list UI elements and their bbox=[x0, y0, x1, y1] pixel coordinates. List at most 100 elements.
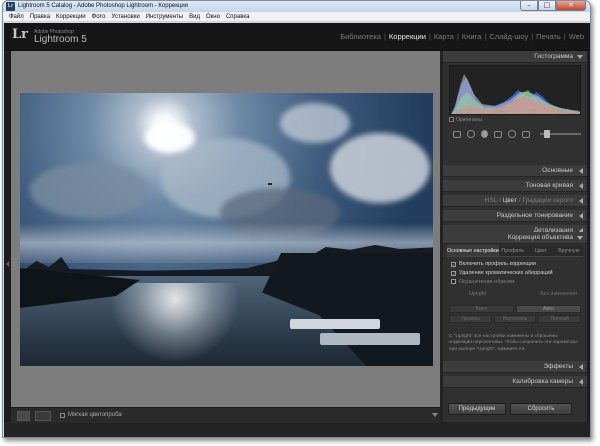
reset-button[interactable]: Сбросить bbox=[510, 403, 572, 415]
expand-left-panel-icon[interactable] bbox=[6, 261, 9, 267]
camera-calibration-header[interactable]: Калибровка камеры bbox=[443, 376, 587, 388]
photo-water-glare bbox=[110, 283, 240, 363]
menu-settings[interactable]: Установки bbox=[108, 12, 142, 21]
tab-manual[interactable]: Вручную bbox=[555, 245, 583, 256]
chromatic-aberration-label: Удаление хроматических аберраций bbox=[459, 270, 553, 276]
adjustment-brush-icon[interactable] bbox=[521, 130, 530, 138]
module-book[interactable]: Книга bbox=[459, 32, 484, 41]
expand-icon[interactable] bbox=[579, 364, 583, 370]
expand-icon[interactable] bbox=[579, 213, 583, 219]
upright-full-button[interactable]: Полный bbox=[538, 315, 582, 323]
constrain-crop-checkbox[interactable] bbox=[451, 279, 456, 284]
upright-auto-button[interactable]: Авто bbox=[516, 305, 581, 313]
softproof-checkbox[interactable] bbox=[60, 413, 65, 418]
module-web[interactable]: Web bbox=[566, 32, 587, 41]
window-controls: – □ ✕ bbox=[520, 1, 586, 11]
image-canvas[interactable] bbox=[11, 51, 440, 421]
basic-panel-title: Основные bbox=[542, 167, 573, 174]
expand-icon[interactable] bbox=[579, 183, 583, 189]
tool-strip-slider[interactable] bbox=[539, 130, 581, 138]
right-panel: Гистограмма ISO 100 10 мм f / 22 1/500 с… bbox=[443, 51, 587, 422]
graduated-filter-icon[interactable] bbox=[508, 130, 516, 138]
constrain-crop-label: Ограничение обрезки bbox=[459, 279, 515, 285]
grid-overlay-icon[interactable] bbox=[453, 130, 462, 138]
split-toning-header[interactable]: Раздельное тонирование bbox=[443, 210, 587, 222]
grayscale-tab[interactable]: Градации серого bbox=[522, 197, 573, 204]
expand-icon[interactable] bbox=[579, 198, 583, 204]
compare-view-button[interactable] bbox=[35, 411, 51, 421]
maximize-button[interactable]: □ bbox=[538, 1, 556, 11]
right-panel-edge[interactable] bbox=[587, 51, 590, 422]
toolbar-menu-dropdown-icon[interactable] bbox=[432, 413, 438, 417]
menu-develop[interactable]: Коррекции bbox=[53, 12, 89, 21]
original-checkbox[interactable] bbox=[449, 117, 454, 123]
photo-cloud bbox=[30, 163, 150, 218]
upright-vertical-button[interactable]: Вертикаль bbox=[493, 315, 537, 323]
slider-knob[interactable] bbox=[543, 130, 550, 138]
menu-edit[interactable]: Правка bbox=[27, 12, 53, 21]
photo-bird bbox=[268, 183, 272, 185]
module-print[interactable]: Печать bbox=[533, 32, 564, 41]
split-toning-title: Раздельное тонирование bbox=[496, 212, 573, 219]
enable-profile-checkbox[interactable]: ✓ bbox=[451, 262, 456, 267]
tone-curve-header[interactable]: Тоновая кривая bbox=[443, 180, 587, 192]
menu-view[interactable]: Вид bbox=[186, 12, 203, 21]
collapse-icon[interactable] bbox=[577, 236, 583, 240]
constrain-crop[interactable]: Ограничение обрезки bbox=[451, 279, 514, 285]
title-bar: Lr Lightroom 5 Catalog - Adobe Photoshop… bbox=[3, 1, 590, 12]
histogram-header[interactable]: Гистограмма bbox=[443, 51, 587, 63]
lr-logo: Lr bbox=[12, 27, 28, 42]
histogram-graph[interactable]: ISO 100 10 мм f / 22 1/500 сек bbox=[449, 65, 581, 115]
previous-button[interactable]: Предыдущие bbox=[448, 403, 506, 415]
enable-profile-corrections[interactable]: ✓ Включить профиль коррекции bbox=[451, 261, 536, 267]
original-label: Оригиналы bbox=[456, 117, 483, 123]
spot-removal-icon[interactable] bbox=[480, 130, 488, 138]
photo-preview[interactable] bbox=[20, 93, 433, 366]
tool-strip bbox=[449, 128, 581, 140]
photo-cloud bbox=[330, 133, 430, 203]
aperture-value: f / 22 bbox=[525, 109, 537, 115]
chromatic-aberration-checkbox[interactable]: ✓ bbox=[451, 271, 456, 276]
lens-corrections-header[interactable]: Коррекция объектива bbox=[443, 232, 587, 244]
menu-window[interactable]: Окно bbox=[203, 12, 223, 21]
photo-boat bbox=[320, 333, 420, 345]
upright-buttons-row-2: Уровень Вертикаль Полный bbox=[449, 315, 582, 323]
crop-tool-icon[interactable] bbox=[467, 130, 475, 138]
redeye-icon[interactable] bbox=[493, 130, 503, 138]
effects-header[interactable]: Эффекты bbox=[443, 361, 587, 373]
lens-corrections-title: Коррекция объектива bbox=[507, 234, 573, 241]
loupe-view-button[interactable] bbox=[17, 411, 30, 421]
left-panel-collapsed[interactable] bbox=[4, 51, 11, 422]
module-library[interactable]: Библиотека bbox=[337, 32, 384, 41]
module-map[interactable]: Карта bbox=[431, 32, 457, 41]
upright-value[interactable]: Без изменения bbox=[540, 291, 577, 297]
menu-file[interactable]: Файл bbox=[6, 12, 27, 21]
collapse-icon[interactable] bbox=[577, 55, 583, 59]
menu-help[interactable]: Справка bbox=[223, 12, 253, 21]
original-photo-toggle[interactable]: Оригиналы bbox=[449, 117, 482, 123]
tab-basic-settings[interactable]: Основные настройки bbox=[447, 245, 499, 256]
expand-icon[interactable] bbox=[579, 168, 583, 174]
menu-bar: Файл Правка Коррекции Фото Установки Инс… bbox=[3, 12, 590, 22]
tab-profile[interactable]: Профиль bbox=[499, 245, 527, 256]
color-tab[interactable]: Цвет bbox=[502, 197, 517, 204]
upright-off-button[interactable]: Выкл bbox=[449, 305, 514, 313]
minimize-button[interactable]: – bbox=[520, 1, 538, 11]
basic-panel-header[interactable]: Основные bbox=[443, 165, 587, 177]
close-button[interactable]: ✕ bbox=[556, 1, 586, 11]
hsl-tab[interactable]: HSL bbox=[485, 197, 497, 204]
menu-photo[interactable]: Фото bbox=[89, 12, 109, 21]
tab-color[interactable]: Цвет bbox=[527, 245, 555, 256]
effects-title: Эффекты bbox=[543, 363, 573, 370]
exif-readout: ISO 100 10 мм f / 22 1/500 сек bbox=[454, 109, 578, 115]
module-develop[interactable]: Коррекции bbox=[386, 32, 429, 41]
histogram-title: Гистограмма bbox=[534, 53, 573, 60]
menu-tools[interactable]: Инструменты bbox=[143, 12, 186, 21]
remove-chromatic-aberration[interactable]: ✓ Удаление хроматических аберраций bbox=[451, 270, 553, 276]
expand-icon[interactable] bbox=[579, 379, 583, 385]
hsl-header[interactable]: HSL / Цвет / Градации серого bbox=[443, 195, 587, 207]
lightroom-workspace: Lr Adobe Photoshop Lightroom 5 Библиотек… bbox=[4, 23, 590, 437]
upright-level-button[interactable]: Уровень bbox=[449, 315, 492, 323]
module-slideshow[interactable]: Слайд-шоу bbox=[486, 32, 531, 41]
lightroom-window: Lr Lightroom 5 Catalog - Adobe Photoshop… bbox=[2, 0, 591, 438]
